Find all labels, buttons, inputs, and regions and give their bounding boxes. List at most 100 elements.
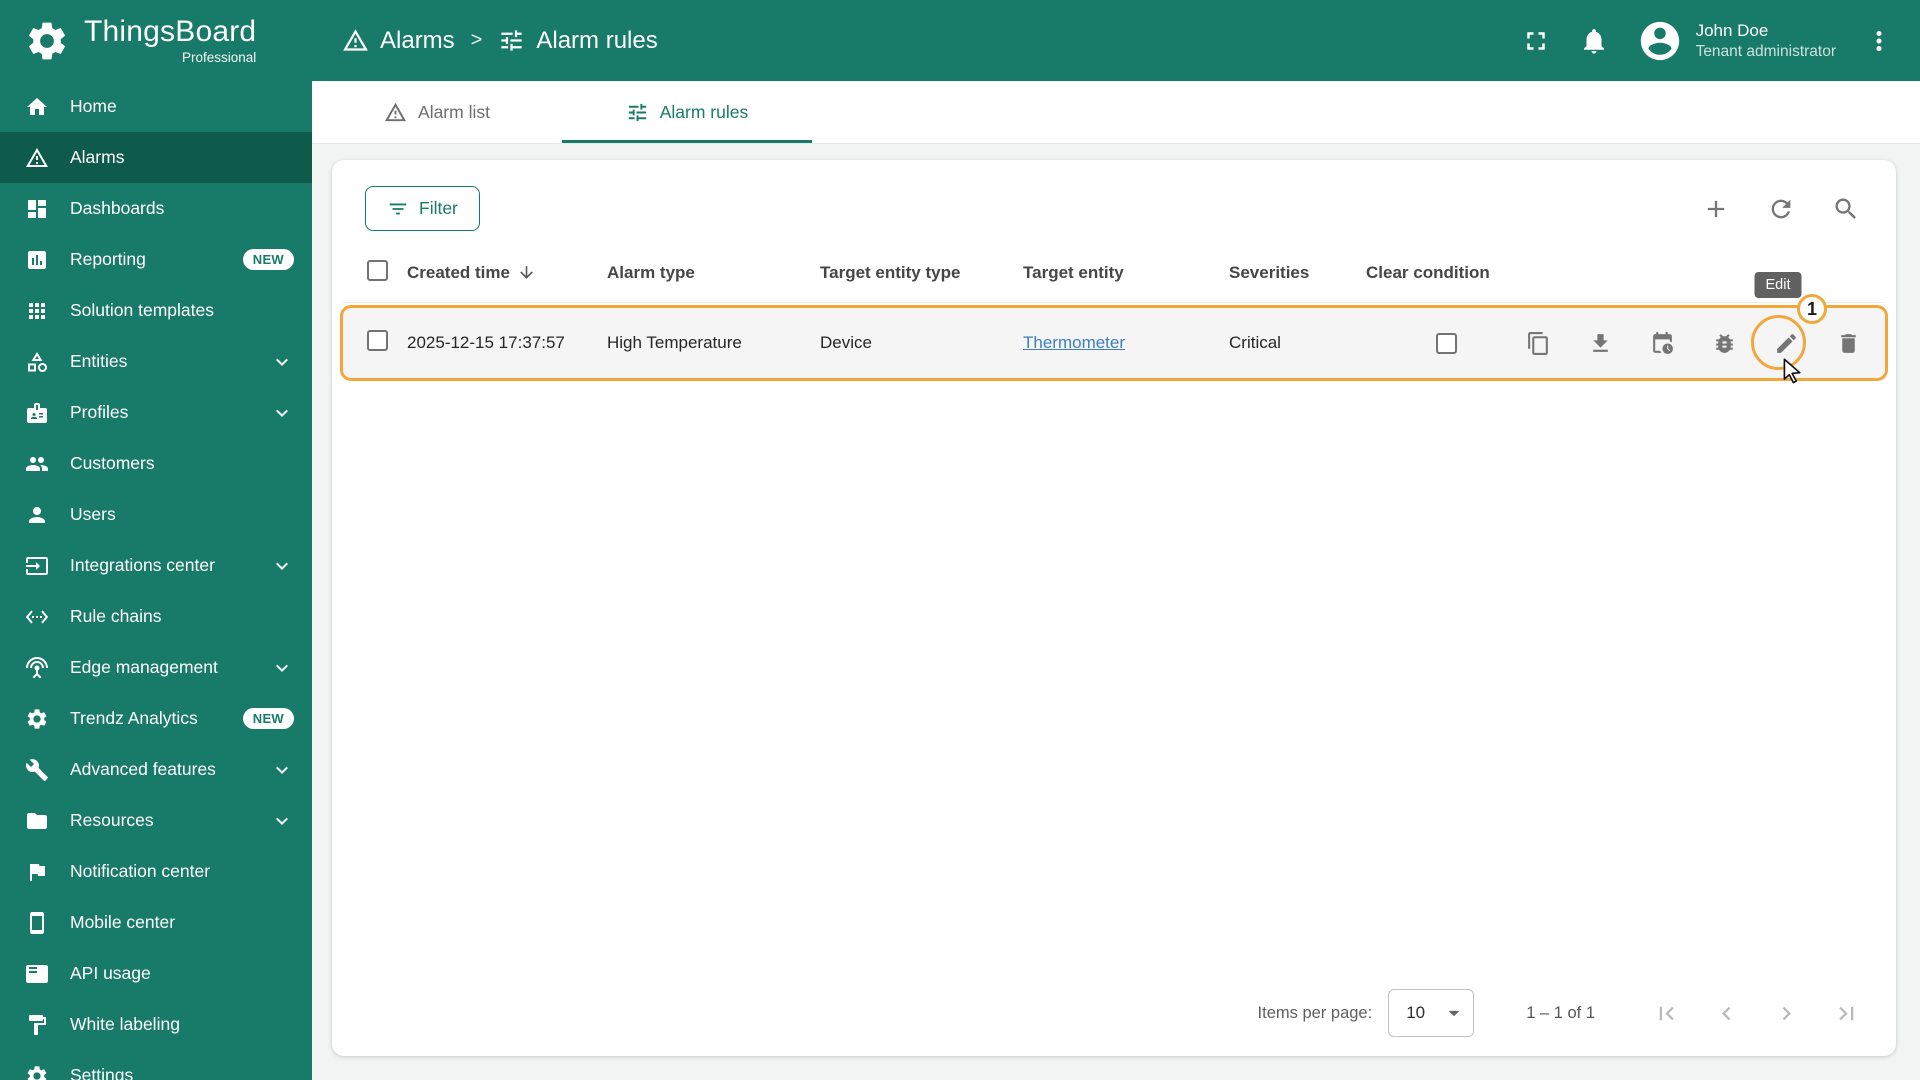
copy-button[interactable] [1526,331,1551,356]
column-header-clear-condition[interactable]: Clear condition [1366,263,1526,283]
sidebar-item-users[interactable]: Users [0,489,312,540]
edit-button[interactable] [1774,331,1799,356]
sidebar-item-settings[interactable]: Settings [0,1050,312,1080]
breadcrumb-alarms[interactable]: Alarms [342,27,455,55]
clear-condition-checkbox[interactable] [1435,332,1457,354]
warning-icon [384,101,407,124]
table-header-row: Created time Alarm type Target entity ty… [343,243,1885,303]
sidebar-item-label: Alarms [70,147,125,167]
download-button[interactable] [1588,331,1613,356]
sidebar-item-label: Resources [70,810,154,830]
thingsboard-app: ThingsBoard Professional Alarms > Alarm … [0,0,1920,1080]
sidebar-item-solution-templates[interactable]: Solution templates [0,285,312,336]
sidebar-item-customers[interactable]: Customers [0,438,312,489]
column-header-alarm-type[interactable]: Alarm type [607,263,820,283]
sidebar-item-trendz-analytics[interactable]: Trendz Analytics NEW [0,693,312,744]
more-menu-button[interactable] [1864,26,1894,56]
notifications-bell-icon [1579,26,1609,56]
table-row[interactable]: 2025-12-15 17:37:57 High Temperature Dev… [343,308,1885,378]
sidebar-item-label: Notification center [70,861,211,881]
tab-alarm-list[interactable]: Alarm list [312,81,562,143]
target-entity-link[interactable]: Thermometer [1023,333,1125,352]
debug-button[interactable] [1712,331,1737,356]
sidebar-item-white-labeling[interactable]: White labeling [0,999,312,1050]
next-page-button[interactable] [1773,1000,1800,1027]
alarm-type-cell: High Temperature [607,333,742,352]
last-page-icon [1833,1000,1860,1027]
breadcrumb-alarm-rules[interactable]: Alarm rules [498,27,658,55]
sidebar-item-label: Settings [70,1065,134,1080]
sidebar-item-alarms[interactable]: Alarms [0,132,312,183]
delete-button[interactable] [1836,331,1861,356]
notifications-button[interactable] [1579,26,1609,56]
column-label: Clear condition [1366,262,1490,282]
column-header-target-entity-type[interactable]: Target entity type [820,263,1023,283]
sidebar-item-label: Profiles [70,402,129,422]
created-time-cell: 2025-12-15 17:37:57 [407,333,565,352]
sidebar-item-home[interactable]: Home [0,81,312,132]
sidebar-item-label: Mobile center [70,912,176,932]
paginator-nav [1653,1000,1860,1027]
sidebar-item-advanced-features[interactable]: Advanced features [0,744,312,795]
sidebar-item-entities[interactable]: Entities [0,336,312,387]
page-size-select[interactable]: 10 [1388,989,1475,1037]
filter-button-label: Filter [419,198,458,218]
column-header-target-entity[interactable]: Target entity [1023,263,1229,283]
sidebar-item-rule-chains[interactable]: Rule chains [0,591,312,642]
header-checkbox-cell [343,259,407,286]
sidebar-item-profiles[interactable]: Profiles [0,387,312,438]
column-label: Alarm type [607,262,695,282]
sidebar-item-label: Edge management [70,657,218,677]
sidebar-item-resources[interactable]: Resources [0,795,312,846]
sidebar-item-label: Trendz Analytics [70,708,198,728]
badge-icon [25,401,49,425]
filter-button[interactable]: Filter [365,186,480,231]
folder-icon [25,809,49,833]
chevron-down-icon [270,758,294,782]
add-alarm-rule-button[interactable] [1702,195,1730,223]
home-icon [25,95,49,119]
sidebar-item-label: Dashboards [70,198,165,218]
user-menu[interactable]: John Doe Tenant administrator [1637,18,1836,64]
people-icon [25,452,49,476]
sidebar-item-dashboards[interactable]: Dashboards [0,183,312,234]
paginator: Items per page: 10 1 – 1 of 1 [332,970,1896,1056]
warning-icon [342,27,369,54]
refresh-button[interactable] [1767,195,1795,223]
sidebar-item-mobile-center[interactable]: Mobile center [0,897,312,948]
table-empty-space [332,381,1896,970]
tab-alarm-rules[interactable]: Alarm rules [562,81,812,143]
sidebar: Home Alarms Dashboards Reporting NEW Solu… [0,81,312,1080]
thingsboard-logo-icon [24,18,70,64]
row-checkbox[interactable] [367,330,388,351]
search-button[interactable] [1832,195,1860,223]
last-page-button[interactable] [1833,1000,1860,1027]
mouse-cursor-icon [1778,356,1806,384]
main-area: Alarm list Alarm rules Filter Created ti… [312,81,1920,1080]
tune-icon [498,27,525,54]
previous-page-button[interactable] [1713,1000,1740,1027]
refresh-icon [1767,195,1795,223]
user-info: John Doe Tenant administrator [1696,21,1836,61]
select-all-checkbox[interactable] [367,259,388,281]
sidebar-item-label: Users [70,504,116,524]
page-size-value: 10 [1406,1003,1426,1022]
sidebar-item-notification-center[interactable]: Notification center [0,846,312,897]
column-header-severities[interactable]: Severities [1229,263,1366,283]
chevron-down-icon [270,401,294,425]
sidebar-item-edge-management[interactable]: Edge management [0,642,312,693]
first-page-button[interactable] [1653,1000,1680,1027]
column-header-created-time[interactable]: Created time [407,263,607,283]
breadcrumb-separator: > [470,29,483,51]
app-logo[interactable]: ThingsBoard Professional [24,16,312,65]
filter-icon [387,198,409,220]
column-label: Severities [1229,262,1310,282]
chart-icon [25,248,49,272]
sidebar-item-integrations-center[interactable]: Integrations center [0,540,312,591]
sidebar-item-api-usage[interactable]: API usage [0,948,312,999]
export-schedule-button[interactable] [1650,331,1675,356]
input-arrow-icon [25,554,49,578]
sidebar-item-reporting[interactable]: Reporting NEW [0,234,312,285]
flag-icon [25,860,49,884]
fullscreen-button[interactable] [1521,26,1551,56]
